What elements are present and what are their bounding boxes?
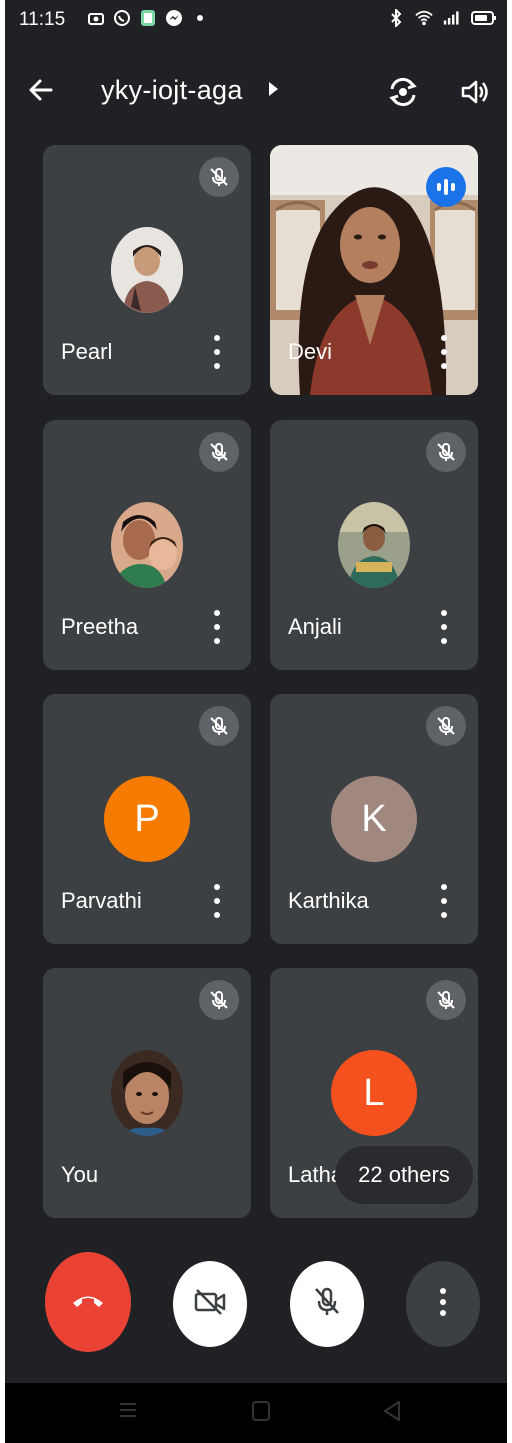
mic-off-icon: [199, 432, 239, 472]
participant-tile[interactable]: Preetha: [43, 420, 251, 670]
more-vertical-icon[interactable]: [434, 335, 454, 369]
participant-name: Karthika: [288, 888, 369, 913]
more-vertical-icon: [439, 1287, 447, 1322]
system-icons: [387, 9, 497, 27]
messenger-icon: [165, 9, 183, 27]
mic-off-icon: [199, 157, 239, 197]
caret-right-icon[interactable]: [267, 81, 279, 102]
more-vertical-icon[interactable]: [434, 884, 454, 918]
mic-off-icon: [199, 706, 239, 746]
participant-name: Parvathi: [61, 888, 142, 913]
camera-notification-icon: [87, 9, 105, 27]
participant-video-tile[interactable]: Devi: [270, 145, 478, 395]
meet-call-screen: 11:15 yky-iojt-aga Pearl Devi Preetha An…: [5, 0, 507, 1443]
mic-off-icon: [426, 706, 466, 746]
participant-name: You: [61, 1162, 99, 1187]
back-triangle-icon[interactable]: [381, 1399, 403, 1423]
phone-hangup-icon: [70, 1290, 106, 1315]
dot-icon: [191, 9, 209, 27]
avatar-initial: P: [104, 776, 190, 862]
participant-tile-self[interactable]: You: [43, 968, 251, 1218]
signal-icon: [443, 9, 461, 27]
participant-tile[interactable]: K Karthika: [270, 694, 478, 944]
meeting-top-bar: yky-iojt-aga: [5, 60, 507, 120]
wifi-icon: [415, 9, 433, 27]
avatar-initial: L: [331, 1050, 417, 1136]
status-bar: 11:15: [5, 0, 507, 40]
notification-icons: [87, 9, 209, 27]
speaker-icon[interactable]: [455, 72, 495, 112]
more-vertical-icon[interactable]: [207, 335, 227, 369]
participant-name: Anjali: [288, 614, 342, 639]
more-vertical-icon[interactable]: [207, 884, 227, 918]
participant-tile[interactable]: Pearl: [43, 145, 251, 395]
more-vertical-icon[interactable]: [434, 610, 454, 644]
app-notification-icon: [139, 9, 157, 27]
camera-off-icon: [193, 1287, 227, 1322]
mic-off-icon: [312, 1286, 342, 1323]
mic-off-icon: [426, 432, 466, 472]
end-call-button[interactable]: [45, 1252, 131, 1352]
participant-tile[interactable]: Anjali: [270, 420, 478, 670]
battery-icon: [471, 9, 497, 27]
back-arrow-icon[interactable]: [23, 72, 59, 108]
flip-camera-icon[interactable]: [383, 72, 423, 112]
more-vertical-icon[interactable]: [207, 610, 227, 644]
camera-toggle-button[interactable]: [173, 1261, 247, 1347]
avatar: [111, 227, 183, 313]
participant-name: Preetha: [61, 614, 139, 639]
whatsapp-icon: [113, 9, 131, 27]
participant-tile[interactable]: P Parvathi: [43, 694, 251, 944]
recent-apps-icon[interactable]: [117, 1399, 139, 1421]
avatar: [111, 1050, 183, 1136]
speaking-indicator-icon: [426, 167, 466, 207]
avatar: [111, 502, 183, 588]
status-time: 11:15: [19, 9, 66, 30]
others-count-button[interactable]: 22 others: [335, 1146, 473, 1204]
system-navigation-bar: [5, 1383, 507, 1443]
home-icon[interactable]: [250, 1399, 272, 1423]
participant-name: Pearl: [61, 339, 113, 364]
more-options-button[interactable]: [406, 1261, 480, 1347]
mic-off-icon: [426, 980, 466, 1020]
avatar: [338, 502, 410, 588]
mic-off-icon: [199, 980, 239, 1020]
participant-name: Devi: [288, 339, 333, 364]
microphone-toggle-button[interactable]: [290, 1261, 364, 1347]
meeting-code-title[interactable]: yky-iojt-aga: [101, 75, 243, 106]
bluetooth-icon: [387, 9, 405, 27]
avatar-initial: K: [331, 776, 417, 862]
